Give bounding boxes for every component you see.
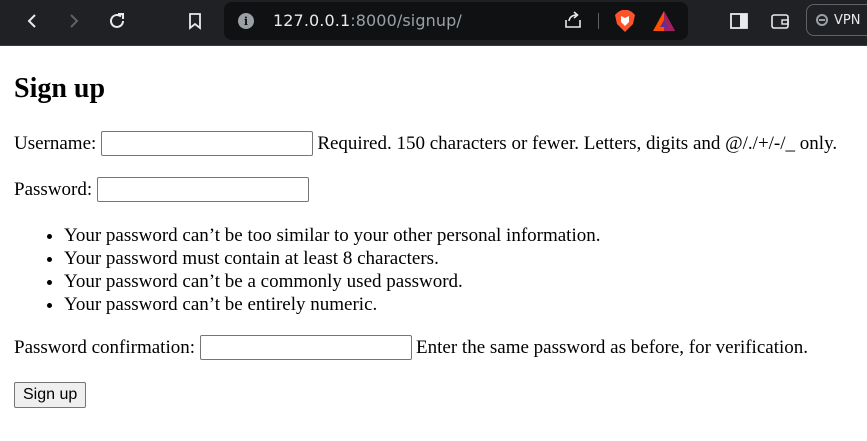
list-item: Your password can’t be entirely numeric. <box>64 293 601 316</box>
list-item: Your password can’t be a commonly used p… <box>64 270 601 293</box>
password-label: Password: <box>14 178 93 200</box>
list-item: Your password must contain at least 8 ch… <box>64 247 601 270</box>
reload-icon <box>110 13 124 28</box>
username-label: Username: <box>14 132 97 154</box>
sidebar-button[interactable] <box>724 6 754 36</box>
site-info-icon[interactable]: i <box>238 13 254 29</box>
address-bar[interactable]: i 127.0.0.1:8000/signup/ <box>224 2 688 40</box>
back-button[interactable] <box>17 6 47 36</box>
brave-shields-icon[interactable] <box>614 9 636 33</box>
url-host: 127.0.0.1 <box>273 11 351 30</box>
password-confirmation-row: Password confirmation: Enter the same pa… <box>14 335 808 360</box>
sidebar-icon <box>730 13 748 29</box>
share-icon[interactable] <box>563 10 583 30</box>
forward-icon <box>70 14 79 28</box>
vpn-label: VPN <box>834 12 861 28</box>
bookmark-button[interactable] <box>180 6 210 36</box>
username-input[interactable] <box>101 131 314 156</box>
url-path: :8000/signup/ <box>350 11 462 30</box>
password-confirmation-input[interactable] <box>200 335 413 360</box>
brave-rewards-icon[interactable] <box>652 10 676 32</box>
username-row: Username: Required. 150 characters or fe… <box>14 131 837 156</box>
username-help-text: Required. 150 characters or fewer. Lette… <box>317 132 838 154</box>
password-confirmation-label: Password confirmation: <box>14 336 196 358</box>
page-title: Sign up <box>14 73 106 104</box>
reload-button[interactable] <box>102 6 132 36</box>
browser-toolbar: i 127.0.0.1:8000/signup/ VPN <box>0 0 867 46</box>
password-confirmation-help-text: Enter the same password as before, for v… <box>416 336 809 358</box>
bookmark-icon <box>189 13 201 30</box>
vpn-icon <box>816 14 828 26</box>
url-text[interactable]: 127.0.0.1:8000/signup/ <box>273 11 462 30</box>
forward-button[interactable] <box>59 6 89 36</box>
wallet-button[interactable] <box>765 6 795 36</box>
list-item: Your password can’t be too similar to yo… <box>64 224 601 247</box>
sign-up-button[interactable]: Sign up <box>14 382 87 408</box>
wallet-icon <box>771 14 789 29</box>
omnibox-divider <box>598 13 599 29</box>
back-icon <box>27 14 36 28</box>
password-input[interactable] <box>97 177 310 202</box>
password-row: Password: <box>14 177 313 202</box>
vpn-button[interactable]: VPN <box>806 4 867 36</box>
password-help-list: Your password can’t be too similar to yo… <box>14 224 601 316</box>
